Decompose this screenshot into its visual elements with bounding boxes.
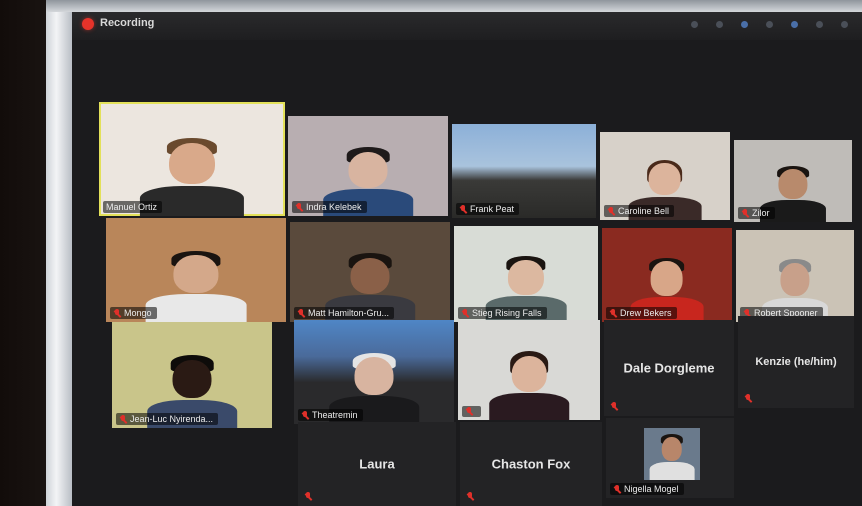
participant-name-tag: Caroline Bell: [604, 205, 675, 217]
muted-mic-icon: [119, 414, 127, 424]
muted-mic-icon: [744, 394, 752, 403]
muted-mic-icon: [466, 492, 474, 501]
window-status-indicators: [691, 21, 848, 28]
participant-name: Zilor: [752, 208, 770, 218]
muted-mic-icon: [304, 492, 312, 501]
participant-name-tag: Jean-Luc Nyirenda...: [116, 413, 219, 425]
participant-tile[interactable]: Caroline Bell: [600, 132, 730, 220]
muted-mic-icon: [113, 308, 121, 318]
participant-name-tag: Manuel Ortiz: [103, 201, 163, 213]
participant-tile[interactable]: Manuel Ortiz: [99, 102, 285, 216]
participant-name-tag: [462, 406, 481, 417]
participant-name: Matt Hamilton-Gru...: [308, 308, 390, 318]
participant-tile[interactable]: Chaston Fox: [460, 422, 602, 506]
participant-tile[interactable]: Frank Peat: [452, 124, 596, 218]
participant-name-tag: Zilor: [738, 207, 775, 219]
muted-mic-icon: [613, 484, 621, 494]
participant-name: Stieg Rising Falls: [472, 308, 542, 318]
participant-name: Indra Kelebek: [306, 202, 362, 212]
participant-tile[interactable]: Zilor: [734, 140, 852, 222]
participant-name-tag: Theatremin: [298, 409, 363, 421]
muted-mic-icon: [609, 308, 617, 318]
participant-tile[interactable]: Theatremin: [294, 320, 454, 424]
muted-mic-icon: [459, 204, 467, 214]
participant-tile[interactable]: Laura: [298, 422, 456, 506]
participant-name: Jean-Luc Nyirenda...: [130, 414, 214, 424]
participant-name: Dale Dorgleme: [623, 360, 715, 376]
participant-name-tag: Indra Kelebek: [292, 201, 367, 213]
participant-tile[interactable]: Mongo: [106, 218, 286, 322]
meeting-top-bar: Recording: [72, 12, 862, 40]
participant-tile[interactable]: Nigella Mogel: [606, 418, 734, 498]
participant-name: Laura: [359, 456, 395, 472]
participant-name-tag: Drew Bekers: [606, 307, 677, 319]
meeting-window: Recording Manuel Ortiz Indra Kelebek Fra…: [72, 12, 862, 506]
participant-name-tag: Mongo: [110, 307, 157, 319]
participant-name: Manuel Ortiz: [106, 202, 158, 212]
monitor-bezel-left: [46, 0, 72, 506]
participant-tile[interactable]: Drew Bekers: [602, 228, 732, 322]
monitor-bezel-top: [46, 0, 862, 12]
muted-mic-icon: [297, 308, 305, 318]
participant-video: [489, 350, 569, 420]
participant-name: Frank Peat: [470, 204, 515, 214]
muted-mic-icon: [461, 308, 469, 318]
participant-tile[interactable]: Indra Kelebek: [288, 116, 448, 216]
participant-video: [644, 428, 700, 480]
participant-tile[interactable]: Stieg Rising Falls: [454, 226, 598, 322]
participant-name: Caroline Bell: [618, 206, 670, 216]
participant-name: Theatremin: [312, 410, 358, 420]
participant-name: Mongo: [124, 308, 152, 318]
participant-name-tag: Nigella Mogel: [610, 483, 684, 495]
muted-mic-icon: [741, 208, 749, 218]
participant-tile[interactable]: Robert Spooner: [736, 230, 854, 322]
participant-tile[interactable]: Matt Hamilton-Gru...: [290, 222, 450, 322]
participant-name: Kenzie (he/him): [755, 356, 837, 368]
participant-tile[interactable]: Kenzie (he/him): [738, 316, 854, 408]
participant-tile[interactable]: [458, 320, 600, 420]
recording-icon: [82, 18, 94, 30]
participant-tile[interactable]: Dale Dorgleme: [604, 320, 734, 416]
participant-tile[interactable]: Jean-Luc Nyirenda...: [112, 322, 272, 428]
muted-mic-icon: [295, 202, 303, 212]
participant-name: Drew Bekers: [620, 308, 672, 318]
muted-mic-icon: [607, 206, 615, 216]
recording-label[interactable]: Recording: [100, 17, 154, 29]
muted-mic-icon: [465, 407, 473, 416]
muted-mic-icon: [610, 402, 618, 411]
participant-name-tag: Stieg Rising Falls: [458, 307, 547, 319]
participant-video: [145, 249, 247, 322]
participant-name-tag: Frank Peat: [456, 203, 520, 215]
participant-name: Chaston Fox: [491, 456, 571, 472]
muted-mic-icon: [301, 410, 309, 420]
participant-name: Nigella Mogel: [624, 484, 679, 494]
participant-name-tag: Matt Hamilton-Gru...: [294, 307, 395, 319]
